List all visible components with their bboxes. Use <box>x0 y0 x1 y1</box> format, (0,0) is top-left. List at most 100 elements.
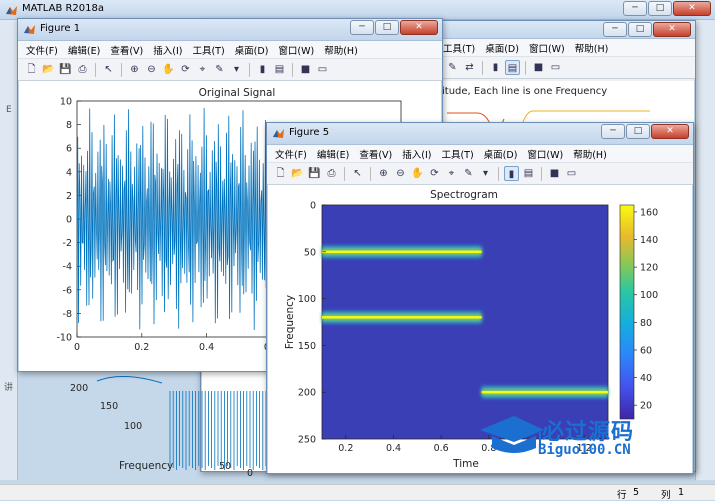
bg3d-curve <box>96 375 163 384</box>
hide-plot-tools-icon[interactable]: ■ <box>298 62 313 77</box>
rotate-3d-icon[interactable]: ⟳ <box>178 62 193 77</box>
bg3d-ytick-150: 150 <box>100 401 118 412</box>
watermark-site: Biguo100.CN <box>538 442 631 458</box>
back-minimize-button[interactable]: ─ <box>603 22 627 37</box>
back-figure-controls: ─ □ ✕ <box>602 22 691 37</box>
main-close-button[interactable]: ✕ <box>673 1 711 16</box>
main-window-controls: ─ □ ✕ <box>622 1 711 16</box>
figure1-title: Figure 1 <box>40 23 81 34</box>
select-arrow-icon[interactable]: ↖ <box>101 62 116 77</box>
figure1-menu-edit[interactable]: 编辑(E) <box>68 43 100 57</box>
back-colorbar-icon[interactable]: ▮ <box>488 60 503 75</box>
colorbar-tick-label: 140 <box>640 235 658 246</box>
f5-colorbar-icon[interactable]: ▮ <box>504 166 519 181</box>
data-cursor-icon[interactable]: ⌖ <box>195 62 210 77</box>
spectrogram-y-tick-label: 50 <box>304 247 316 258</box>
figure1-menu-tools[interactable]: 工具(T) <box>192 43 224 57</box>
f5-open-file-icon[interactable]: 📂 <box>290 166 305 181</box>
figure5-menu-help[interactable]: 帮助(H) <box>573 147 607 161</box>
matlab-logo-icon <box>5 5 18 17</box>
signal-plot-title: Original Signal <box>199 87 276 99</box>
figure5-maximize-button[interactable]: □ <box>626 124 650 139</box>
new-figure-icon[interactable]: 🗋 <box>24 62 39 77</box>
back-legend-icon[interactable]: ▤ <box>505 60 520 75</box>
back-menu-desktop[interactable]: 桌面(D) <box>485 41 519 55</box>
figure1-menu-insert[interactable]: 插入(I) <box>153 43 182 57</box>
figure1-maximize-button[interactable]: □ <box>375 20 399 35</box>
back-menu-help[interactable]: 帮助(H) <box>575 41 609 55</box>
f5-rotate-3d-icon[interactable]: ⟳ <box>427 166 442 181</box>
f5-hide-plot-tools-icon[interactable]: ■ <box>547 166 562 181</box>
back-brush-icon[interactable]: ✎ <box>445 60 460 75</box>
figure1-minimize-button[interactable]: ─ <box>350 20 374 35</box>
figure5-menu-window[interactable]: 窗口(W) <box>527 147 563 161</box>
figure1-menu-view[interactable]: 查看(V) <box>110 43 143 57</box>
main-minimize-button[interactable]: ─ <box>623 1 647 16</box>
f5-brush-icon[interactable]: ✎ <box>461 166 476 181</box>
figure1-menu-desktop[interactable]: 桌面(D) <box>235 43 269 57</box>
figure5-menubar: 文件(F) 编辑(E) 查看(V) 插入(I) 工具(T) 桌面(D) 窗口(W… <box>267 145 693 163</box>
main-maximize-button[interactable]: □ <box>648 1 672 16</box>
pan-hand-icon[interactable]: ✋ <box>161 62 176 77</box>
bg3d-ytick-100: 100 <box>124 421 142 432</box>
back-dock-icon[interactable]: ▭ <box>548 60 563 75</box>
colorbar-tick-label: 20 <box>640 401 652 412</box>
figure5-minimize-button[interactable]: ─ <box>601 124 625 139</box>
f5-select-arrow-icon[interactable]: ↖ <box>350 166 365 181</box>
back-grid-icon[interactable]: ■ <box>531 60 546 75</box>
status-row-label: 行 <box>617 490 627 501</box>
figure1-menu-file[interactable]: 文件(F) <box>26 43 58 57</box>
back-maximize-button[interactable]: □ <box>628 22 652 37</box>
graduation-cap-icon <box>480 416 544 453</box>
f5-legend-icon[interactable]: ▤ <box>521 166 536 181</box>
spectrogram-line-1 <box>322 316 482 319</box>
colorbar-ticks: 160 140 120 100 80 60 40 20 <box>634 207 658 412</box>
f5-show-plot-tools-icon[interactable]: ▭ <box>564 166 579 181</box>
f5-print-icon[interactable]: ⎙ <box>324 166 339 181</box>
figure1-close-button[interactable]: ✕ <box>400 20 438 35</box>
f5-pan-hand-icon[interactable]: ✋ <box>410 166 425 181</box>
left-side-label-top: E <box>6 105 12 115</box>
f5-zoom-in-icon[interactable]: ⊕ <box>376 166 391 181</box>
f5-toolbar-separator <box>344 166 345 181</box>
open-file-icon[interactable]: 📂 <box>41 62 56 77</box>
left-side-strip: E 讲 <box>0 20 18 480</box>
figure5-menu-tools[interactable]: 工具(T) <box>441 147 473 161</box>
colorbar-icon[interactable]: ▮ <box>255 62 270 77</box>
figure5-menu-view[interactable]: 查看(V) <box>359 147 392 161</box>
brush-dropdown-icon[interactable]: ▾ <box>229 62 244 77</box>
colorbar-tick-label: 40 <box>640 373 652 384</box>
signal-x-tick-label: 0.2 <box>134 342 149 353</box>
figure5-close-button[interactable]: ✕ <box>651 124 689 139</box>
figure5-menu-file[interactable]: 文件(F) <box>275 147 307 161</box>
legend-icon[interactable]: ▤ <box>272 62 287 77</box>
figure5-toolbar: 🗋 📂 💾 ⎙ ↖ ⊕ ⊖ ✋ ⟳ ⌖ ✎ ▾ ▮ ▤ ■ ▭ <box>267 163 693 185</box>
figure5-menu-desktop[interactable]: 桌面(D) <box>484 147 518 161</box>
f5-brush-dropdown-icon[interactable]: ▾ <box>478 166 493 181</box>
f5-new-figure-icon[interactable]: 🗋 <box>273 166 288 181</box>
figure5-menu-edit[interactable]: 编辑(E) <box>317 147 349 161</box>
figure1-menu-help[interactable]: 帮助(H) <box>324 43 358 57</box>
print-icon[interactable]: ⎙ <box>75 62 90 77</box>
f5-save-icon[interactable]: 💾 <box>307 166 322 181</box>
signal-y-tick-label: 0 <box>66 215 72 226</box>
colorbar-tick-label: 60 <box>640 345 652 356</box>
back-menu-window[interactable]: 窗口(W) <box>529 41 565 55</box>
zoom-in-icon[interactable]: ⊕ <box>127 62 142 77</box>
show-plot-tools-icon[interactable]: ▭ <box>315 62 330 77</box>
back-close-button[interactable]: ✕ <box>653 22 691 37</box>
bg3d-bars <box>96 375 270 470</box>
f5-data-cursor-icon[interactable]: ⌖ <box>444 166 459 181</box>
figure5-menu-insert[interactable]: 插入(I) <box>402 147 431 161</box>
spectrogram-y-tick-label: 0 <box>310 201 316 212</box>
figure1-menu-window[interactable]: 窗口(W) <box>278 43 314 57</box>
brush-icon[interactable]: ✎ <box>212 62 227 77</box>
signal-x-tick-label: 0.4 <box>199 342 214 353</box>
save-icon[interactable]: 💾 <box>58 62 73 77</box>
signal-y-tick-label: -4 <box>63 262 72 273</box>
back-menu-tools[interactable]: 工具(T) <box>443 41 475 55</box>
f5-zoom-out-icon[interactable]: ⊖ <box>393 166 408 181</box>
back-link-icon[interactable]: ⇄ <box>462 60 477 75</box>
spectrogram-y-tick-label: 150 <box>298 341 316 352</box>
zoom-out-icon[interactable]: ⊖ <box>144 62 159 77</box>
